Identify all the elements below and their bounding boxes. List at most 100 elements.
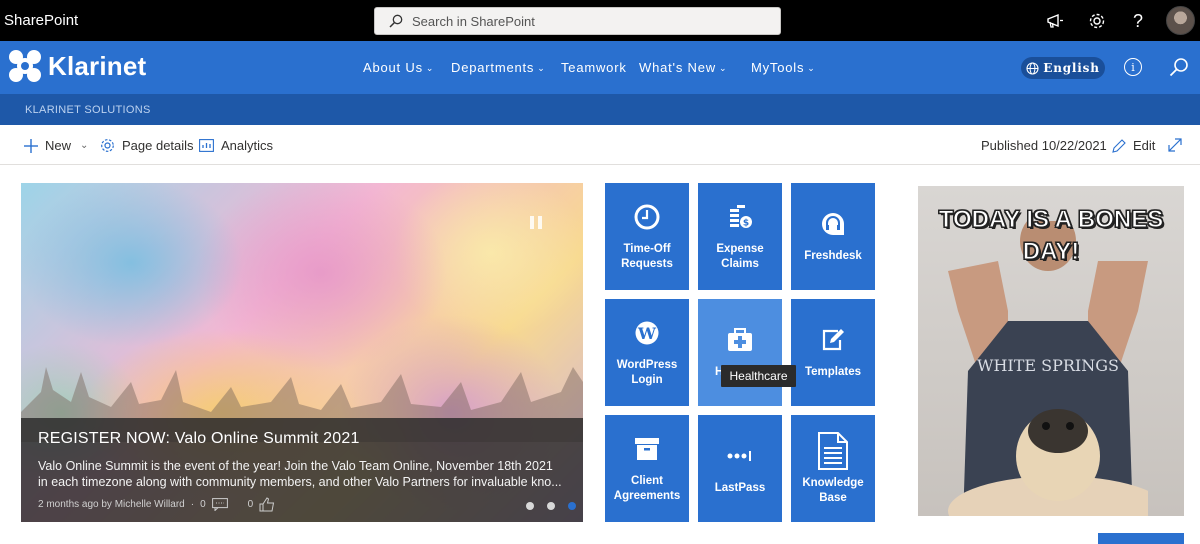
nav-departments[interactable]: Departments ⌄ [451, 60, 546, 75]
avatar[interactable] [1166, 6, 1195, 35]
help-icon[interactable]: ? [1127, 10, 1149, 32]
wordpress-icon: W [632, 318, 662, 348]
chevron-down-icon: ⌄ [807, 63, 816, 73]
pause-icon[interactable] [530, 216, 542, 229]
svg-text:WHITE SPRINGS: WHITE SPRINGS [977, 356, 1119, 375]
language-label: English [1043, 61, 1100, 75]
nav-label: About Us [363, 60, 423, 75]
search-icon[interactable] [1169, 57, 1189, 82]
tile-label: Knowledge Base [802, 476, 864, 504]
published-status: Published 10/22/2021 [981, 138, 1107, 153]
svg-text:$: $ [743, 218, 749, 228]
nav-label: Departments [451, 60, 535, 75]
pencil-icon [1112, 138, 1126, 153]
tile-wordpress-login[interactable]: W WordPress Login [605, 299, 689, 406]
button-partial[interactable] [1098, 533, 1184, 544]
carousel-dots [526, 502, 576, 510]
page-details-button[interactable]: Page details [100, 138, 194, 153]
headset-icon [818, 209, 848, 239]
new-label: New [45, 138, 72, 153]
klarinet-logo-icon [9, 50, 41, 82]
tile-label: Time-Off Requests [621, 242, 673, 270]
chevron-down-icon: ⌄ [537, 63, 546, 73]
nav-teamwork[interactable]: Teamwork [561, 60, 627, 75]
gear-icon[interactable] [1086, 10, 1108, 32]
tile-label: Expense Claims [716, 242, 764, 270]
language-selector[interactable]: English [1021, 57, 1105, 79]
analytics-button[interactable]: Analytics [199, 138, 273, 153]
published-date: Published 10/22/2021 [981, 138, 1107, 153]
meme-caption: TODAY IS A BONES DAY! [938, 206, 1164, 266]
nav-about-us[interactable]: About Us ⌄ [363, 60, 434, 75]
tile-expense-claims[interactable]: $ Expense Claims [698, 183, 782, 290]
hero-carousel[interactable]: REGISTER NOW: Valo Online Summit 2021 Va… [21, 183, 583, 522]
svg-text:W: W [637, 324, 657, 343]
chevron-down-icon: ⌄ [718, 63, 728, 73]
chevron-down-icon: ⌄ [425, 63, 435, 73]
search-box[interactable] [374, 7, 781, 35]
command-bar: New ⌄ Page details Analytics Published 1… [0, 125, 1200, 165]
tile-label: Freshdesk [804, 250, 862, 262]
carousel-dot-active[interactable] [568, 502, 576, 510]
edit-icon [818, 325, 848, 355]
tooltip: Healthcare [721, 365, 796, 387]
gear-icon [101, 139, 114, 152]
tile-healthcare[interactable]: H [698, 299, 782, 406]
tile-label: WordPress Login [616, 358, 678, 386]
tile-freshdesk[interactable]: Freshdesk [791, 183, 875, 290]
like-icon[interactable] [259, 497, 275, 512]
tile-label: LastPass [714, 482, 766, 494]
analytics-icon [199, 139, 214, 152]
plus-icon [24, 138, 38, 153]
document-icon [818, 431, 848, 470]
search-icon [389, 14, 403, 28]
carousel-dot[interactable] [547, 502, 555, 510]
info-icon[interactable]: i [1124, 58, 1142, 76]
tile-lastpass[interactable]: LastPass [698, 415, 782, 522]
chevron-down-icon: ⌄ [80, 140, 89, 151]
hero-meta: 2 months ago by Michelle Willard · 0 0 [38, 497, 275, 512]
site-header: KLARINET SOLUTIONS [0, 94, 1200, 125]
new-button[interactable]: New ⌄ [24, 138, 88, 153]
separator: · [190, 499, 195, 510]
megaphone-icon[interactable] [1044, 10, 1066, 32]
edit-button[interactable]: Edit [1112, 138, 1155, 153]
comment-icon[interactable] [211, 498, 228, 511]
carousel-dot[interactable] [526, 502, 534, 510]
tile-time-off-requests[interactable]: Time-Off Requests [605, 183, 689, 290]
logo[interactable]: Klarinet [6, 47, 146, 85]
expand-icon[interactable] [1168, 138, 1189, 152]
nav-label: What's New [639, 60, 716, 75]
clock-icon [632, 202, 662, 232]
hero-headline[interactable]: REGISTER NOW: Valo Online Summit 2021 [38, 430, 360, 448]
comment-count: 0 [200, 499, 206, 510]
site-title[interactable]: KLARINET SOLUTIONS [25, 104, 151, 116]
like-count: 0 [247, 499, 254, 510]
globe-icon [1026, 61, 1039, 75]
tile-label: Templates [804, 366, 862, 378]
archive-box-icon [632, 434, 662, 464]
page-details-label: Page details [122, 138, 194, 153]
hero-caption-overlay: REGISTER NOW: Valo Online Summit 2021 Va… [21, 418, 583, 522]
lastpass-icon [725, 441, 755, 471]
edit-label: Edit [1133, 138, 1156, 153]
nav-label: MyTools [751, 60, 805, 75]
medical-kit-icon [725, 325, 755, 355]
hero-author-date: 2 months ago by Michelle Willard [38, 499, 185, 510]
tile-client-agreements[interactable]: Client Agreements [605, 415, 689, 522]
tile-templates[interactable]: Templates [791, 299, 875, 406]
coins-icon: $ [725, 202, 755, 232]
hero-excerpt: Valo Online Summit is the event of the y… [38, 459, 562, 489]
nav-whats-new[interactable]: What's New ⌄ [639, 60, 727, 75]
app-name[interactable]: SharePoint [4, 12, 78, 29]
nav-label: Teamwork [561, 60, 627, 75]
tile-knowledge-base[interactable]: Knowledge Base [791, 415, 875, 522]
hub-navigation: Klarinet About Us ⌄ Departments ⌄ Teamwork… [0, 41, 1200, 94]
analytics-label: Analytics [221, 138, 274, 153]
search-input[interactable] [412, 11, 762, 31]
brand-name: Klarinet [48, 50, 147, 81]
suite-bar: SharePoint ? [0, 0, 1200, 41]
meme-image[interactable]: WHITE SPRINGS TODAY IS A BONES DAY! [918, 186, 1184, 516]
tile-label: Client Agreements [613, 474, 681, 502]
nav-mytools[interactable]: MyTools ⌄ [751, 60, 816, 75]
